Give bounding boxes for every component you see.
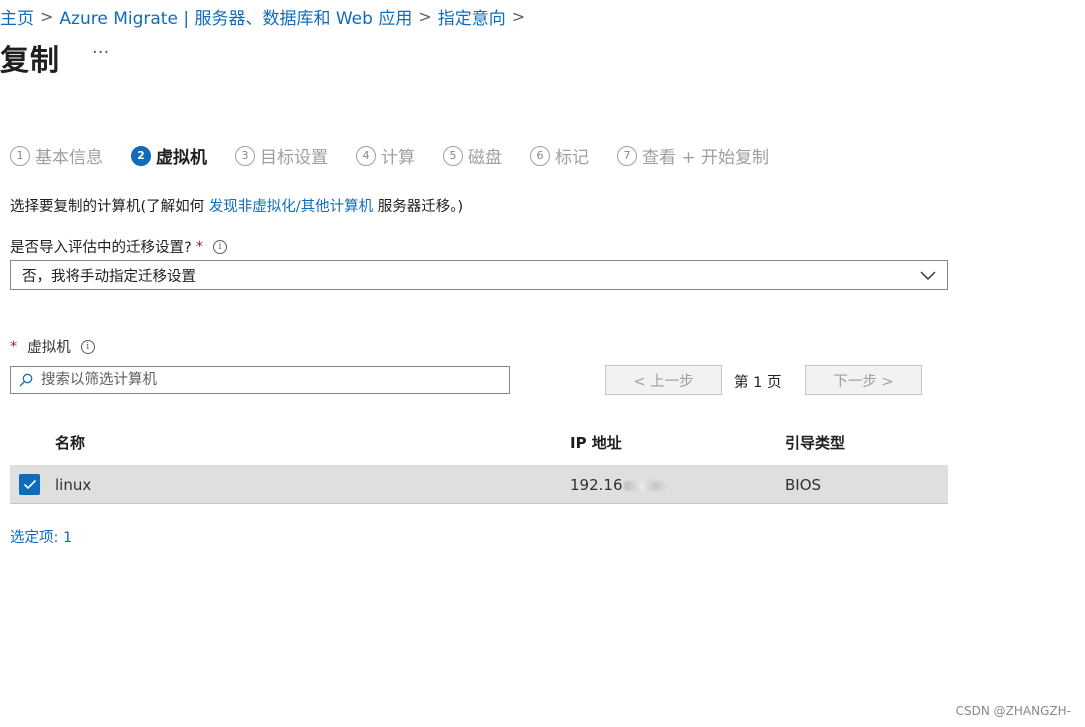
step-label: 虚拟机 xyxy=(156,148,207,168)
step-number-icon: 1 xyxy=(10,145,30,166)
step-basics[interactable]: 1 基本信息 xyxy=(10,143,103,168)
step-tags[interactable]: 6 标记 xyxy=(530,143,589,168)
breadcrumb-specify-intent[interactable]: 指定意向 xyxy=(438,4,506,29)
boot-type-cell: BIOS xyxy=(785,476,822,494)
column-header-name[interactable]: 名称 xyxy=(55,432,85,453)
vm-label: * 虚拟机 i xyxy=(10,336,95,357)
import-setting-label: 是否导入评估中的迁移设置? * i xyxy=(10,236,227,257)
description-prefix: 选择要复制的计算机(了解如何 xyxy=(10,199,209,215)
step-virtual-machines[interactable]: 2 虚拟机 xyxy=(131,143,207,168)
description-text: 选择要复制的计算机(了解如何 发现非虚拟化/其他计算机 服务器迁移。) xyxy=(10,195,463,216)
column-header-ip[interactable]: IP 地址 xyxy=(570,432,622,453)
breadcrumb-separator: > xyxy=(511,6,526,26)
redacted-blur xyxy=(623,480,668,491)
checkmark-icon xyxy=(23,479,36,490)
column-header-boot-type[interactable]: 引导类型 xyxy=(785,432,845,453)
search-box[interactable] xyxy=(10,366,510,394)
table-row[interactable]: linux 192.16 BIOS xyxy=(10,465,948,504)
breadcrumb-separator: > xyxy=(418,6,432,26)
import-setting-label-text: 是否导入评估中的迁移设置? xyxy=(10,240,192,256)
vm-name-cell: linux xyxy=(55,476,92,494)
step-number-icon: 5 xyxy=(443,145,463,166)
info-icon[interactable]: i xyxy=(212,239,227,254)
step-number-icon: 6 xyxy=(530,145,550,166)
wizard-steps: 1 基本信息 2 虚拟机 3 目标设置 4 计算 5 磁盘 6 标记 7 查看 … xyxy=(10,143,797,168)
search-icon xyxy=(19,373,33,387)
selected-count: 选定项: 1 xyxy=(10,530,73,546)
next-page-button[interactable]: 下一步 > xyxy=(805,365,922,395)
step-number-icon: 3 xyxy=(235,145,255,166)
step-number-icon: 4 xyxy=(356,145,376,166)
watermark: CSDN @ZHANGZH- xyxy=(955,704,1071,718)
ip-address-text: 192.16 xyxy=(570,476,623,494)
description-suffix: 服务器迁移。) xyxy=(373,199,464,215)
step-label: 目标设置 xyxy=(260,148,328,168)
step-label: 标记 xyxy=(555,148,589,168)
chevron-down-icon xyxy=(920,271,936,280)
breadcrumb-home[interactable]: 主页 xyxy=(0,4,34,29)
required-marker: * xyxy=(195,238,203,255)
required-marker: * xyxy=(10,338,18,355)
info-icon[interactable]: i xyxy=(80,339,95,354)
row-checkbox[interactable] xyxy=(19,474,40,495)
step-disks[interactable]: 5 磁盘 xyxy=(443,143,502,168)
page-indicator: 第 1 页 xyxy=(734,375,782,391)
breadcrumb-azure-migrate[interactable]: Azure Migrate | 服务器、数据库和 Web 应用 xyxy=(59,4,412,29)
page-title: 复制 xyxy=(0,43,61,77)
step-label: 查看 + 开始复制 xyxy=(642,148,770,168)
step-compute[interactable]: 4 计算 xyxy=(356,143,415,168)
search-input[interactable] xyxy=(39,371,483,389)
breadcrumb: 主页 > Azure Migrate | 服务器、数据库和 Web 应用 > 指… xyxy=(0,4,531,29)
step-label: 磁盘 xyxy=(468,148,502,168)
import-setting-value: 否，我将手动指定迁移设置 xyxy=(22,268,196,285)
discover-machines-link[interactable]: 发现非虚拟化/其他计算机 xyxy=(209,199,373,215)
ip-address-cell: 192.16 xyxy=(570,476,668,494)
step-label: 计算 xyxy=(381,148,415,168)
step-target-settings[interactable]: 3 目标设置 xyxy=(235,143,328,168)
vm-label-text: 虚拟机 xyxy=(27,340,71,356)
step-review-start[interactable]: 7 查看 + 开始复制 xyxy=(617,143,769,168)
step-number-icon: 7 xyxy=(617,145,637,166)
previous-page-button[interactable]: < 上一步 xyxy=(605,365,722,395)
breadcrumb-separator: > xyxy=(40,6,54,26)
step-number-icon: 2 xyxy=(131,145,151,166)
import-setting-dropdown[interactable]: 否，我将手动指定迁移设置 xyxy=(10,260,948,290)
step-label: 基本信息 xyxy=(35,148,103,168)
more-options-button[interactable]: ··· xyxy=(92,42,109,63)
